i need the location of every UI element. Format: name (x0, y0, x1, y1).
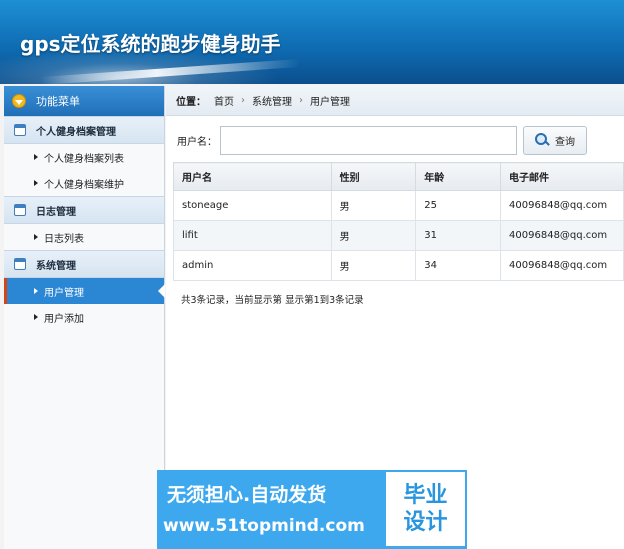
sidebar-item-fitness-record-list[interactable]: 个人健身档案列表 (4, 144, 164, 170)
watermark-logo-line1: 毕业 (403, 482, 448, 508)
table-row[interactable]: lifit 男 31 40096848@qq.com (173, 220, 624, 251)
cell-age: 25 (415, 190, 502, 221)
sidebar-group-label: 系统管理 (36, 260, 76, 272)
cell-age: 31 (415, 220, 502, 251)
calendar-icon (14, 258, 26, 270)
caret-right-icon (34, 234, 38, 240)
breadcrumb-label: 位置： (176, 97, 206, 108)
sidebar-group-system[interactable]: 系统管理 (4, 250, 164, 278)
watermark-banner: 无须担心.自动发货 www.51topmind.com 毕业 设计 (157, 470, 467, 549)
cell-email: 40096848@qq.com (500, 250, 624, 281)
search-button[interactable]: 查询 (523, 125, 587, 155)
search-button-label: 查询 (555, 136, 575, 148)
sidebar-item-label: 用户管理 (44, 287, 84, 299)
pagination-summary: 共3条记录，当前显示第 显示第1到3条记录 (181, 295, 364, 306)
watermark-logo: 毕业 设计 (386, 472, 465, 546)
sidebar-item-label: 日志列表 (44, 233, 84, 245)
cell-email: 40096848@qq.com (500, 190, 624, 221)
breadcrumb-home[interactable]: 首页 (214, 93, 234, 108)
sidebar-header: 功能菜单 (4, 86, 164, 116)
sidebar-item-label: 用户添加 (44, 313, 84, 325)
username-search-input[interactable] (220, 125, 517, 155)
user-table: 用户名 性别 年龄 电子邮件 stoneage 男 25 40096848@qq… (173, 162, 624, 281)
sidebar-group-fitness-records[interactable]: 个人健身档案管理 (4, 116, 164, 144)
sidebar-item-fitness-record-maintain[interactable]: 个人健身档案维护 (4, 170, 164, 196)
sidebar-group-logs[interactable]: 日志管理 (4, 196, 164, 224)
watermark-text-block: 无须担心.自动发货 www.51topmind.com (157, 470, 385, 549)
watermark-logo-line2: 设计 (403, 510, 448, 535)
sidebar-item-user-add[interactable]: 用户添加 (4, 304, 164, 330)
cell-gender: 男 (330, 250, 417, 281)
breadcrumb-separator-icon: › (241, 95, 245, 106)
cell-gender: 男 (330, 190, 417, 221)
breadcrumb-separator-icon: › (299, 95, 303, 106)
chevron-down-icon (12, 94, 26, 108)
search-icon (535, 133, 549, 147)
search-bar: 用户名： 查询 (173, 124, 624, 156)
caret-right-icon (34, 314, 38, 320)
calendar-icon (14, 124, 26, 136)
breadcrumb-current: 用户管理 (310, 97, 350, 108)
watermark-url: www.51topmind.com (163, 516, 365, 536)
sidebar-group-label: 个人健身档案管理 (36, 126, 116, 138)
cell-username: stoneage (173, 190, 332, 221)
sidebar: 功能菜单 个人健身档案管理 个人健身档案列表 个人健身档案维护 日志管理 日志列… (4, 86, 165, 549)
watermark-slogan: 无须担心.自动发货 (167, 484, 327, 506)
search-label: 用户名： (177, 136, 217, 148)
column-header-age: 年龄 (415, 162, 502, 191)
cell-age: 34 (415, 250, 502, 281)
table-header-row: 用户名 性别 年龄 电子邮件 (173, 162, 624, 191)
cell-email: 40096848@qq.com (500, 220, 624, 251)
column-header-email: 电子邮件 (500, 162, 624, 191)
caret-right-icon (34, 180, 38, 186)
calendar-icon (14, 204, 26, 216)
cell-username: admin (173, 250, 332, 281)
app-title: gps定位系统的跑步健身助手 (20, 32, 281, 56)
sidebar-group-label: 日志管理 (36, 206, 76, 218)
sidebar-item-label: 个人健身档案维护 (44, 179, 124, 191)
cell-gender: 男 (330, 220, 417, 251)
table-row[interactable]: stoneage 男 25 40096848@qq.com (173, 190, 624, 221)
caret-right-icon (34, 288, 38, 294)
table-row[interactable]: admin 男 34 40096848@qq.com (173, 250, 624, 281)
app-header: gps定位系统的跑步健身助手 (0, 0, 624, 84)
sidebar-header-label: 功能菜单 (36, 95, 80, 108)
breadcrumb: 位置： 首页 › 系统管理 › 用户管理 (166, 86, 624, 116)
sidebar-item-user-management[interactable]: 用户管理 (4, 278, 165, 304)
sidebar-item-log-list[interactable]: 日志列表 (4, 224, 164, 250)
caret-right-icon (34, 154, 38, 160)
column-header-username: 用户名 (173, 162, 332, 191)
breadcrumb-system[interactable]: 系统管理 (252, 93, 292, 108)
cell-username: lifit (173, 220, 332, 251)
column-header-gender: 性别 (330, 162, 417, 191)
sidebar-item-label: 个人健身档案列表 (44, 153, 124, 165)
